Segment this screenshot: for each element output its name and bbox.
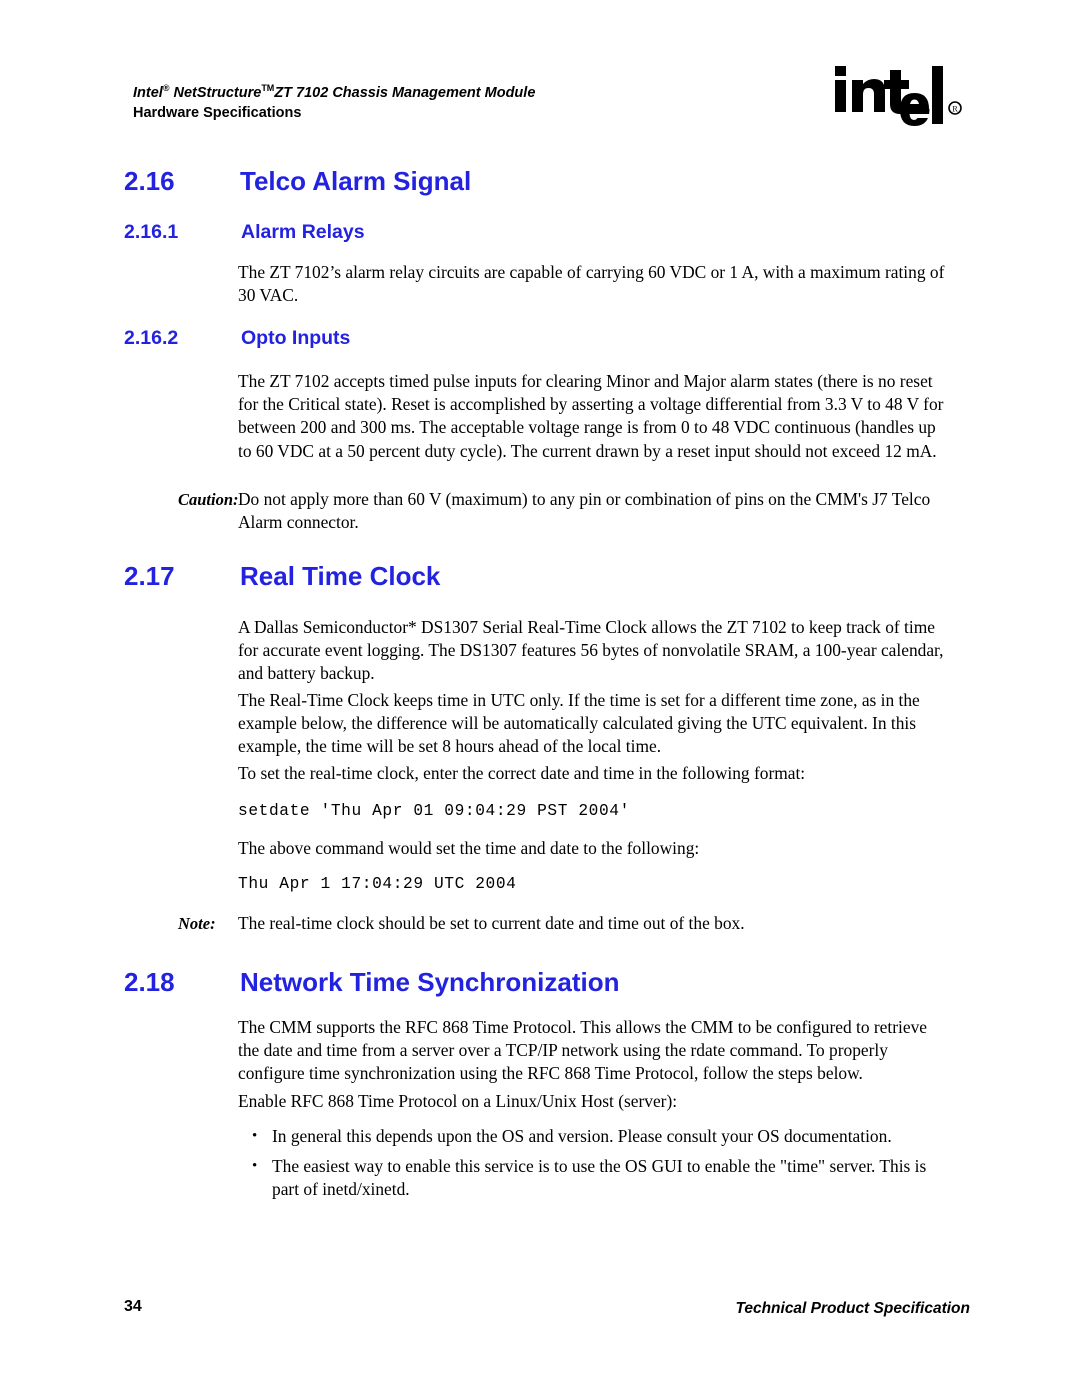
- heading-2-16-1-title: Alarm Relays: [241, 221, 365, 243]
- header-netstructure-word: NetStructure: [169, 84, 262, 101]
- caution-text: Do not apply more than 60 V (maximum) to…: [238, 489, 931, 533]
- heading-2-17-number: 2.17: [124, 561, 175, 591]
- footer-page-number: 34: [124, 1298, 142, 1315]
- paragraph-opto-inputs: The ZT 7102 accepts timed pulse inputs f…: [238, 371, 944, 461]
- list-item-text: In general this depends upon the OS and …: [272, 1126, 892, 1146]
- document-page: Intel® NetStructureTMZT 7102 Chassis Man…: [0, 0, 1080, 1397]
- paragraph-ntp-overview: The CMM supports the RFC 868 Time Protoc…: [238, 1017, 927, 1084]
- heading-2-17: 2.17 Real Time Clock: [124, 561, 440, 592]
- header-model-words: ZT 7102 Chassis Management Module: [274, 84, 536, 101]
- svg-text:R: R: [952, 105, 958, 114]
- intel-logo-icon: R: [833, 64, 973, 126]
- code-setdate-command: setdate 'Thu Apr 01 09:04:29 PST 2004': [238, 802, 630, 820]
- bullet-icon: •: [252, 1158, 258, 1174]
- note-label: Note:: [178, 914, 216, 933]
- heading-2-16-1: 2.16.1 Alarm Relays: [124, 221, 365, 244]
- heading-2-18: 2.18 Network Time Synchronization: [124, 967, 619, 998]
- code-date-output: Thu Apr 1 17:04:29 UTC 2004: [238, 875, 517, 893]
- header-intel-word: Intel: [133, 84, 163, 101]
- caution-note: Caution: Do not apply more than 60 V (ma…: [178, 488, 950, 534]
- heading-2-16-title: Telco Alarm Signal: [240, 166, 472, 196]
- header-subtitle: Hardware Specifications: [133, 104, 302, 121]
- heading-2-17-title: Real Time Clock: [240, 561, 441, 591]
- trademark-mark-icon: TM: [261, 83, 275, 93]
- footer-doc-type: Technical Product Specification: [735, 1300, 970, 1317]
- list-item: • In general this depends upon the OS an…: [252, 1125, 952, 1148]
- heading-2-16-2-title: Opto Inputs: [241, 327, 351, 349]
- heading-2-16-2: 2.16.2 Opto Inputs: [124, 327, 350, 350]
- paragraph-alarm-relays: The ZT 7102’s alarm relay circuits are c…: [238, 262, 945, 306]
- heading-2-18-number: 2.18: [124, 967, 175, 997]
- heading-2-16: 2.16 Telco Alarm Signal: [124, 166, 471, 197]
- paragraph-rtc-result: The above command would set the time and…: [238, 838, 700, 858]
- header-product-line: Intel® NetStructureTMZT 7102 Chassis Man…: [133, 78, 535, 103]
- heading-2-16-number: 2.16: [124, 166, 175, 196]
- paragraph-rtc-utc: The Real-Time Clock keeps time in UTC on…: [238, 690, 920, 757]
- note-text: The real-time clock should be set to cur…: [238, 913, 745, 933]
- heading-2-16-1-number: 2.16.1: [124, 221, 179, 243]
- paragraph-rtc-setformat: To set the real-time clock, enter the co…: [238, 763, 806, 783]
- list-item: • The easiest way to enable this service…: [252, 1155, 952, 1201]
- paragraph-ntp-enable: Enable RFC 868 Time Protocol on a Linux/…: [238, 1091, 678, 1111]
- list-item-text: The easiest way to enable this service i…: [272, 1156, 927, 1200]
- bullet-icon: •: [252, 1128, 258, 1144]
- heading-2-16-2-number: 2.16.2: [124, 327, 179, 349]
- caution-label: Caution:: [178, 490, 239, 509]
- paragraph-rtc-overview: A Dallas Semiconductor* DS1307 Serial Re…: [238, 617, 944, 684]
- header-title-block: Intel® NetStructureTMZT 7102 Chassis Man…: [133, 78, 535, 123]
- note-rtc: Note: The real-time clock should be set …: [178, 912, 950, 935]
- heading-2-18-title: Network Time Synchronization: [240, 967, 620, 997]
